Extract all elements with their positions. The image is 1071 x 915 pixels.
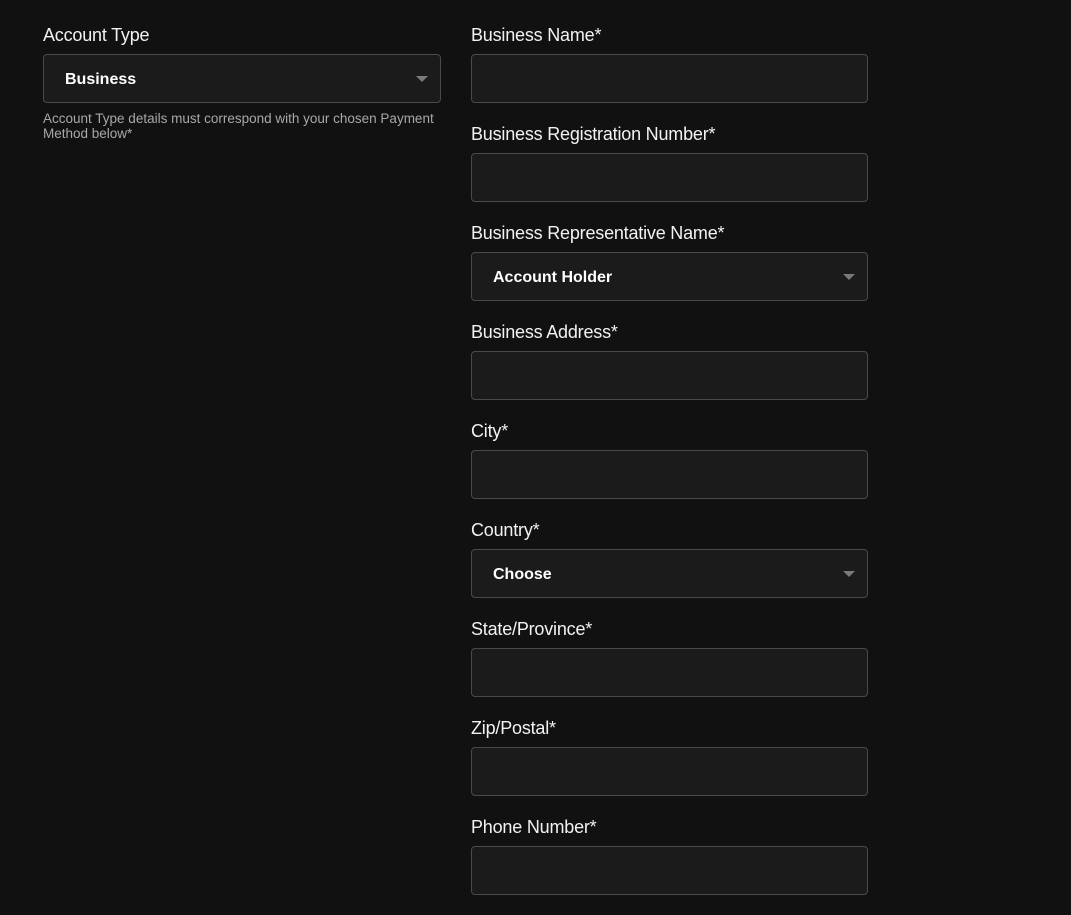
state-province-input[interactable] [471,648,868,697]
business-registration-number-label: Business Registration Number* [471,124,716,144]
chevron-down-icon [843,274,855,280]
business-details-column: Business Name* Business Registration Num… [471,24,868,915]
account-type-label: Account Type [43,25,150,45]
business-representative-selected-value: Account Holder [493,269,613,286]
business-representative-name-select[interactable]: Account Holder [471,252,868,301]
account-type-column: Account Type Business Account Type detai… [43,24,441,141]
city-label: City* [471,421,509,441]
city-field: City* [471,420,868,519]
account-type-selected-value: Business [65,71,137,88]
business-address-input[interactable] [471,351,868,400]
phone-number-input[interactable] [471,846,868,895]
business-registration-number-field: Business Registration Number* [471,123,868,222]
zip-postal-field: Zip/Postal* [471,717,868,816]
account-type-field: Account Type Business Account Type detai… [43,24,441,141]
phone-number-label: Phone Number* [471,817,597,837]
account-type-help-text: Account Type details must correspond wit… [43,111,434,141]
chevron-down-icon [843,571,855,577]
country-select[interactable]: Choose [471,549,868,598]
business-name-field: Business Name* [471,24,868,123]
business-registration-number-input[interactable] [471,153,868,202]
business-representative-name-label: Business Representative Name* [471,223,725,243]
state-province-label: State/Province* [471,619,593,639]
business-name-label: Business Name* [471,25,602,45]
city-input[interactable] [471,450,868,499]
business-representative-name-field: Business Representative Name* Account Ho… [471,222,868,321]
state-province-field: State/Province* [471,618,868,717]
account-type-select[interactable]: Business [43,54,441,103]
chevron-down-icon [416,76,428,82]
country-field: Country* Choose [471,519,868,618]
zip-postal-label: Zip/Postal* [471,718,556,738]
country-label: Country* [471,520,540,540]
business-address-label: Business Address* [471,322,618,342]
business-address-field: Business Address* [471,321,868,420]
zip-postal-input[interactable] [471,747,868,796]
business-name-input[interactable] [471,54,868,103]
phone-number-field: Phone Number* [471,816,868,915]
country-selected-value: Choose [493,566,552,583]
